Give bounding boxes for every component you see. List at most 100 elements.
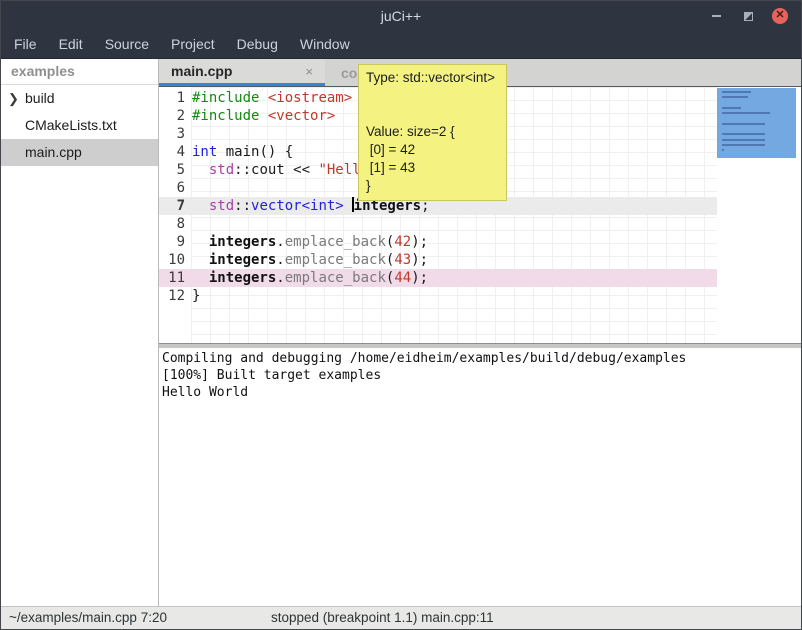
token-num: 42 [394, 234, 411, 250]
token-pl [344, 198, 352, 214]
line-number: 11 [159, 269, 185, 287]
token-pl: . [276, 234, 284, 250]
editor-line[interactable]: 11 integers.emplace_back(44); [159, 269, 717, 287]
minimize-button[interactable] [703, 1, 729, 31]
editor-line[interactable]: 8 [159, 215, 717, 233]
minimap-code-line [722, 149, 724, 151]
token-str: <iostream> [268, 90, 352, 106]
menu-item-file[interactable]: File [3, 31, 48, 58]
line-code: #include <vector> [185, 107, 335, 125]
token-pl: ); [411, 252, 428, 268]
file-name: main.cpp [25, 144, 82, 160]
menu-item-window[interactable]: Window [289, 31, 361, 58]
editor-line[interactable]: 9 integers.emplace_back(42); [159, 233, 717, 251]
menu-item-debug[interactable]: Debug [226, 31, 289, 58]
console-output-line: Compiling and debugging /home/eidheim/ex… [162, 350, 801, 367]
debug-value-tooltip: Type: std::vector<int>Value: size=2 { [0… [358, 64, 507, 201]
file-tree: ❯ build CMakeLists.txt main.cpp [1, 85, 158, 166]
file-tree-sidebar: examples ❯ build CMakeLists.txt main.cpp [1, 59, 159, 606]
project-name-header: examples [1, 59, 158, 85]
close-icon: ✕ [772, 8, 788, 24]
tooltip-text-line [366, 87, 500, 105]
line-number: 9 [159, 233, 185, 251]
token-pp: #include [192, 90, 259, 106]
tooltip-text-line: [1] = 43 [366, 159, 500, 177]
tooltip-text-line: Type: std::vector<int> [366, 69, 500, 87]
tooltip-text-line: [0] = 42 [366, 141, 500, 159]
token-ty: vector<int> [251, 198, 344, 214]
file-name: build [25, 90, 55, 106]
token-pl: ::cout << [234, 162, 318, 178]
token-num: 43 [394, 252, 411, 268]
token-pl: . [276, 270, 284, 286]
tab-close-icon[interactable]: × [301, 64, 317, 79]
tab-main-cpp[interactable]: main.cpp × [159, 59, 325, 86]
sidebar-item-build[interactable]: ❯ build [1, 85, 158, 112]
minimap-viewport[interactable] [717, 88, 796, 158]
token-pl [259, 108, 267, 124]
maximize-icon [744, 12, 753, 21]
window-title: juCi++ [1, 1, 801, 31]
tooltip-text-line: } [366, 177, 500, 195]
line-number: 5 [159, 161, 185, 179]
line-code [185, 215, 192, 233]
file-name: CMakeLists.txt [25, 117, 117, 133]
expand-chevron-icon[interactable]: ❯ [8, 85, 19, 112]
token-pl [192, 198, 209, 214]
minimap-code-line [722, 107, 741, 109]
token-pl [192, 252, 209, 268]
tab-label: main.cpp [171, 63, 232, 79]
juci-window: { "window": { "title": "juCi++", "contro… [0, 0, 802, 630]
menu-item-edit[interactable]: Edit [48, 31, 94, 58]
editor-line[interactable]: 10 integers.emplace_back(43); [159, 251, 717, 269]
minimap-code-line [722, 144, 765, 146]
editor-line[interactable]: 12} [159, 287, 717, 305]
token-pl [192, 234, 209, 250]
maximize-button[interactable] [735, 1, 761, 31]
minimap-code-line [722, 112, 770, 114]
token-pl: main() { [217, 144, 293, 160]
line-number: 2 [159, 107, 185, 125]
token-var: integers [209, 270, 276, 286]
token-kw: int [192, 144, 217, 160]
token-pl [192, 270, 209, 286]
line-code: #include <iostream> [185, 89, 352, 107]
minimap-code-line [722, 133, 765, 135]
token-var: integers [209, 234, 276, 250]
sidebar-item-main-cpp[interactable]: main.cpp [1, 139, 158, 166]
token-pl: ); [411, 270, 428, 286]
titlebar: juCi++ ✕ [1, 1, 801, 31]
token-ns: std [209, 162, 234, 178]
token-ns: std [209, 198, 234, 214]
token-mf: emplace_back [285, 234, 386, 250]
output-console[interactable]: Compiling and debugging /home/eidheim/ex… [159, 348, 801, 606]
token-num: 44 [394, 270, 411, 286]
token-pl [259, 90, 267, 106]
token-pp: #include [192, 108, 259, 124]
token-mf: emplace_back [285, 252, 386, 268]
line-number: 4 [159, 143, 185, 161]
minimap-code-line [722, 139, 765, 141]
menu-item-source[interactable]: Source [94, 31, 160, 58]
line-number: 10 [159, 251, 185, 269]
minimap-code-line [722, 91, 751, 93]
line-code [185, 125, 192, 143]
statusbar: ~/examples/main.cpp 7:20 stopped (breakp… [1, 606, 801, 629]
console-output-line: Hello World [162, 384, 801, 401]
minimize-icon [712, 15, 721, 17]
minimap-code-line [722, 123, 765, 125]
line-code: integers.emplace_back(42); [185, 233, 428, 251]
token-pl [192, 162, 209, 178]
token-pl: :: [234, 198, 251, 214]
menubar: FileEditSourceProjectDebugWindow [1, 31, 801, 59]
line-code: int main() { [185, 143, 293, 161]
status-debug-state: stopped (breakpoint 1.1) main.cpp:11 [271, 607, 494, 629]
close-button[interactable]: ✕ [767, 1, 793, 31]
line-number: 3 [159, 125, 185, 143]
sidebar-item-cmakelists-txt[interactable]: CMakeLists.txt [1, 112, 158, 139]
token-str: <vector> [268, 108, 335, 124]
console-output-line: [100%] Built target examples [162, 367, 801, 384]
line-number: 6 [159, 179, 185, 197]
tooltip-text-line [366, 105, 500, 123]
menu-item-project[interactable]: Project [160, 31, 226, 58]
